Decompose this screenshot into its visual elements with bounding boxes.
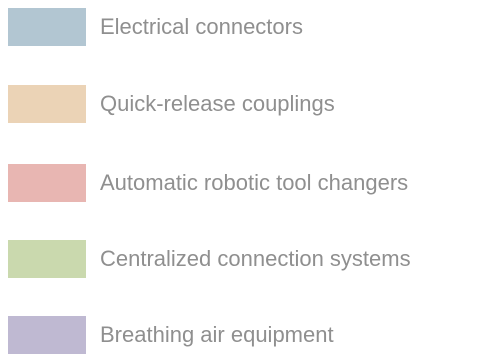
legend-label: Centralized connection systems	[100, 246, 411, 271]
legend-label: Quick-release couplings	[100, 91, 335, 116]
legend-item-quick-release-couplings: Quick-release couplings	[8, 85, 335, 123]
legend-item-breathing-air-equipment: Breathing air equipment	[8, 316, 334, 354]
legend-swatch	[8, 164, 86, 202]
legend-swatch	[8, 240, 86, 278]
legend-item-automatic-robotic-tool-changers: Automatic robotic tool changers	[8, 164, 408, 202]
chart-legend: Electrical connectors Quick-release coup…	[8, 0, 502, 354]
legend-swatch	[8, 8, 86, 46]
legend-label: Automatic robotic tool changers	[100, 170, 409, 195]
legend-swatch	[8, 316, 86, 354]
legend-item-centralized-connection-systems: Centralized connection systems	[8, 240, 411, 278]
legend-label: Breathing air equipment	[100, 322, 334, 347]
legend-label: Electrical connectors	[100, 14, 303, 39]
legend-swatch	[8, 85, 86, 123]
legend-item-electrical-connectors: Electrical connectors	[8, 8, 303, 46]
